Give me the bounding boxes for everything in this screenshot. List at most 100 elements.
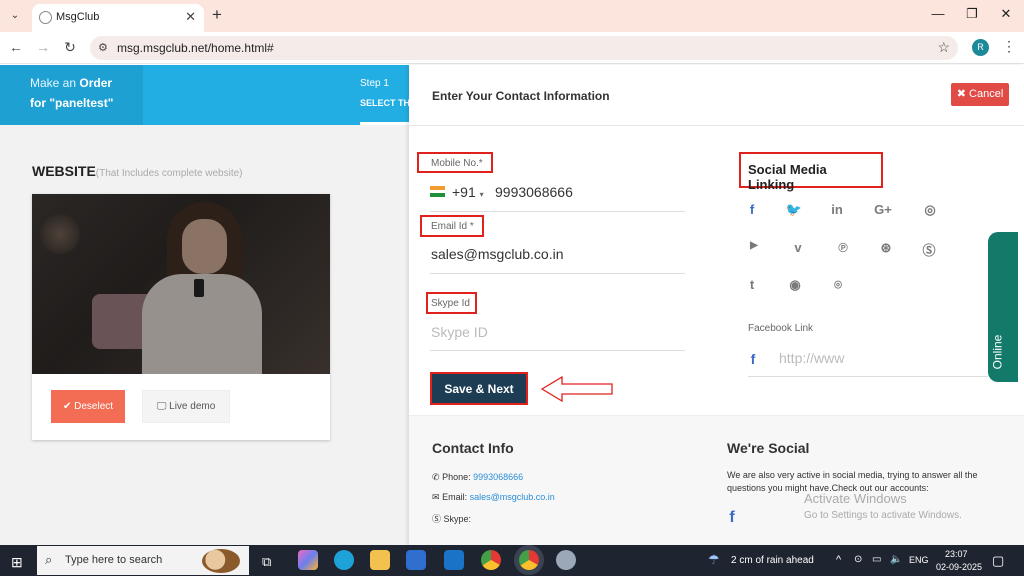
dribbble-icon[interactable]: ⊛ (877, 240, 895, 256)
country-code-select[interactable]: +91 ▾ (452, 184, 484, 200)
restore-icon[interactable]: ❐ (962, 6, 982, 22)
paint-icon[interactable] (556, 550, 576, 570)
new-tab-plus-icon[interactable]: + (212, 5, 222, 25)
footer-facebook-icon[interactable]: f (723, 509, 741, 527)
skype-label: Skype Id (431, 298, 470, 309)
file-explorer-icon[interactable] (370, 550, 390, 570)
taskbar-search-text: Type here to search (65, 554, 163, 566)
website-heading: WEBSITE(That Includes complete website) (32, 163, 243, 179)
order-header: Make an Order for "paneltest" Step 1 SEL… (0, 65, 410, 125)
edge-icon[interactable] (334, 550, 354, 570)
cancel-button[interactable]: ✖ Cancel (951, 83, 1009, 106)
browser-tab-bar: ⌄ MsgClub ✕ + — ❐ ✕ (0, 0, 1024, 32)
footer-skype: Ⓢ Skype: (432, 514, 472, 524)
browser-menu-icon[interactable]: ⋮ (1002, 38, 1016, 55)
save-next-button[interactable]: Save & Next (430, 372, 528, 405)
network-icon[interactable]: ⊙ (854, 554, 862, 565)
make-order-text: Make an Order (30, 76, 113, 90)
url-text[interactable]: msg.msgclub.net/home.html# (117, 41, 274, 55)
reddit-icon[interactable]: ◉ (786, 277, 804, 293)
online-chat-tab[interactable]: Online (988, 232, 1018, 382)
skype-small-icon: Ⓢ (432, 514, 442, 524)
chrome-active-icon[interactable] (519, 550, 539, 570)
order-for-text: for "paneltest" (30, 96, 114, 110)
tray-chevron-icon[interactable]: ^ (836, 554, 841, 566)
contact-panel: Enter Your Contact Information ✖ Cancel … (409, 65, 1024, 545)
minimize-icon[interactable]: — (928, 6, 948, 21)
language-indicator[interactable]: ENG (909, 555, 929, 565)
window-close-icon[interactable]: ✕ (996, 6, 1016, 22)
phone-icon: ✆ (432, 472, 440, 482)
store-icon[interactable] (406, 550, 426, 570)
copilot-icon[interactable] (298, 550, 318, 570)
vimeo-icon[interactable]: v (789, 240, 807, 255)
activate-windows-title: Activate Windows (804, 491, 907, 506)
search-icon: ⌕ (45, 552, 53, 567)
panel-header: Enter Your Contact Information ✖ Cancel (409, 65, 1024, 126)
tab-favicon-icon (39, 11, 52, 24)
site-info-icon[interactable]: ⚙ (98, 41, 108, 54)
mobile-input[interactable]: 9993068666 (495, 184, 573, 200)
chrome-icon[interactable] (481, 550, 501, 570)
email-label: Email Id * (431, 221, 474, 232)
email-input[interactable]: sales@msgclub.co.in (431, 246, 564, 262)
facebook-icon[interactable]: f (743, 202, 761, 217)
taskbar-search[interactable]: ⌕ Type here to search (37, 546, 249, 575)
facebook-link-label: Facebook Link (748, 323, 814, 334)
step-number: Step 1 (360, 78, 389, 89)
were-social-title: We're Social (727, 440, 810, 456)
tab-search-chevron-icon[interactable]: ⌄ (6, 7, 24, 25)
windows-taskbar: ⊞ ⌕ Type here to search ⧉ ☂ 2 cm of rain… (0, 545, 1024, 576)
omnibox[interactable]: ⚙ msg.msgclub.net/home.html# ☆ (90, 36, 958, 60)
tumblr-icon[interactable]: t (743, 277, 761, 292)
github-icon[interactable]: ⌾ (829, 277, 847, 293)
facebook-link-input[interactable]: http://www (779, 350, 844, 366)
footer-email: ✉ Email: sales@msgclub.co.in (432, 492, 555, 502)
tab-title: MsgClub (56, 11, 100, 23)
website-card: ✔ Deselect 🖵 Live demo (32, 194, 330, 440)
google-plus-icon[interactable]: G+ (874, 202, 892, 217)
live-demo-button[interactable]: 🖵 Live demo (142, 390, 230, 423)
instagram-icon[interactable]: ◎ (921, 202, 939, 218)
notification-icon[interactable]: ▢ (992, 553, 1004, 569)
forward-arrow-icon[interactable]: → (34, 39, 52, 55)
panel-title: Enter Your Contact Information (432, 89, 610, 103)
website-preview-image (32, 194, 330, 374)
panel-footer: Contact Info ✆ Phone: 9993068666 ✉ Email… (409, 415, 1024, 545)
browser-tab[interactable]: MsgClub ✕ (32, 4, 204, 32)
weather-icon: ☂ (708, 552, 720, 567)
skype-icon[interactable]: Ⓢ (920, 240, 938, 259)
linkedin-icon[interactable]: in (828, 202, 846, 217)
clock-time[interactable]: 23:07 (945, 549, 968, 559)
address-bar-row: ← → ↻ ⚙ msg.msgclub.net/home.html# ☆ (0, 32, 1024, 64)
footer-email-link[interactable]: sales@msgclub.co.in (470, 492, 555, 502)
tab-close-icon[interactable]: ✕ (185, 9, 196, 25)
outlook-icon[interactable] (444, 550, 464, 570)
clock-date[interactable]: 02-09-2025 (936, 562, 982, 572)
activate-windows-subtitle: Go to Settings to activate Windows. (804, 510, 962, 521)
envelope-icon: ✉ (432, 492, 440, 502)
coconut-icon (202, 549, 240, 573)
profile-avatar[interactable]: R (972, 39, 989, 56)
pinterest-icon[interactable]: ℗ (834, 240, 852, 255)
youtube-icon[interactable]: ▶ (745, 240, 763, 251)
bookmark-star-icon[interactable]: ☆ (937, 39, 950, 56)
footer-phone-link[interactable]: 9993068666 (473, 472, 523, 482)
deselect-button[interactable]: ✔ Deselect (51, 390, 125, 423)
mobile-label: Mobile No.* (431, 158, 483, 169)
india-flag-icon[interactable] (430, 186, 445, 197)
windows-start-icon[interactable]: ⊞ (11, 554, 23, 571)
weather-text[interactable]: 2 cm of rain ahead (731, 555, 814, 566)
pointer-arrow-icon (540, 375, 613, 403)
back-arrow-icon[interactable]: ← (7, 39, 25, 55)
social-media-title: Social Media Linking (739, 152, 883, 192)
reload-icon[interactable]: ↻ (61, 39, 79, 56)
display-icon[interactable]: ▭ (872, 554, 881, 565)
step-title: SELECT TH (360, 98, 411, 108)
step-underline (360, 122, 410, 125)
skype-input[interactable]: Skype ID (431, 324, 488, 340)
volume-icon[interactable]: 🔈 (890, 554, 902, 565)
twitter-icon[interactable]: 🐦 (785, 202, 803, 218)
task-view-icon[interactable]: ⧉ (262, 554, 271, 570)
monitor-icon: 🖵 (156, 401, 167, 412)
